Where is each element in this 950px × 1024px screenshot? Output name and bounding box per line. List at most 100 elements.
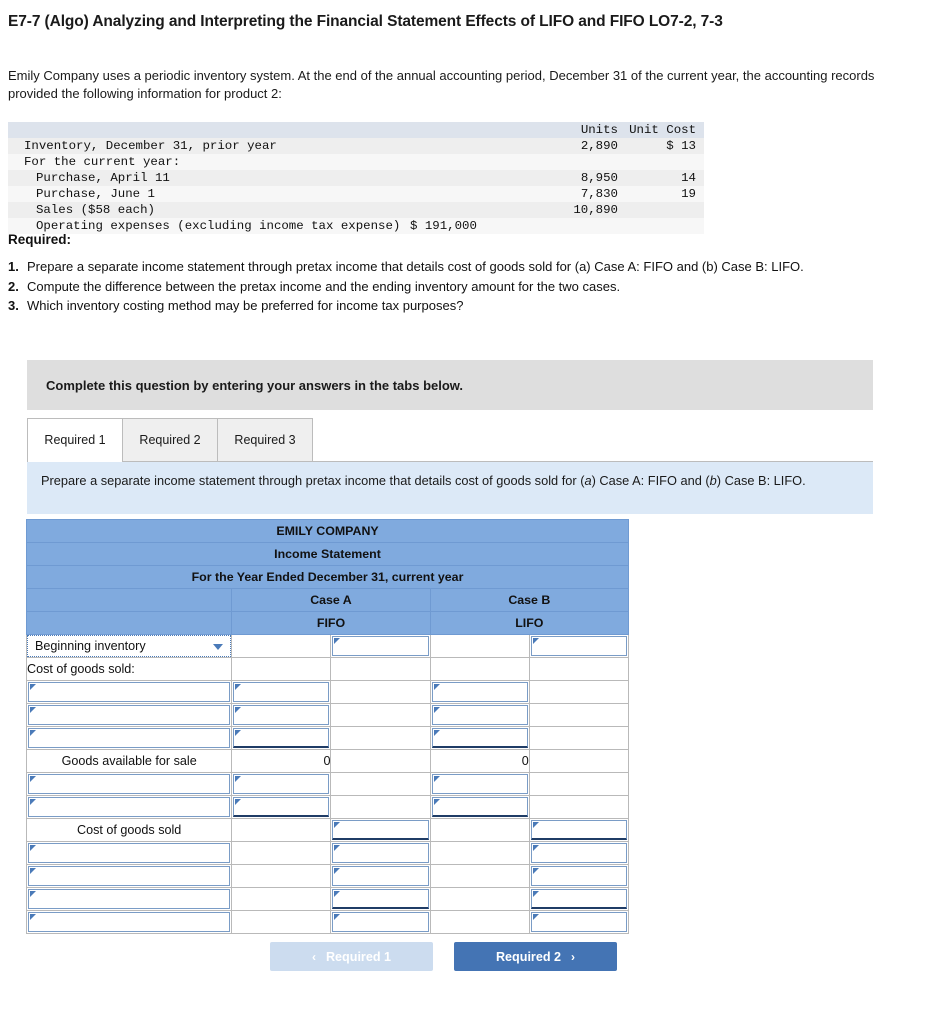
case-b-inner-cell[interactable] [429, 703, 530, 727]
account-input[interactable] [28, 912, 231, 932]
case-b-outer-cell[interactable] [528, 864, 630, 888]
amount-input[interactable] [530, 866, 627, 886]
amount-input[interactable] [233, 797, 330, 817]
amount-input[interactable] [431, 728, 528, 748]
intro-paragraph: Emily Company uses a periodic inventory … [8, 68, 875, 101]
given-data-header-row: Units Unit Cost [8, 122, 704, 138]
worksheet-method-row: FIFO LIFO [25, 611, 630, 635]
amount-input[interactable] [530, 912, 627, 932]
account-label-cell[interactable] [25, 703, 233, 727]
next-required-button[interactable]: Required 2 › [454, 942, 617, 971]
account-label-cell[interactable] [25, 772, 233, 796]
account-input[interactable] [28, 682, 231, 702]
amount-input[interactable] [233, 705, 330, 725]
case-b-inner-cell[interactable] [429, 772, 530, 796]
case-b-outer-cell[interactable] [528, 910, 630, 934]
goods-available-label: Goods available for sale [25, 749, 233, 773]
case-b-outer-cell[interactable] [528, 887, 630, 911]
tab-required-2[interactable]: Required 2 [122, 418, 218, 461]
worksheet-method-b: LIFO [429, 611, 630, 635]
account-dropdown[interactable]: Beginning inventory [27, 635, 232, 657]
tab-instruction-part3: ) Case B: LIFO. [716, 473, 806, 488]
table-row: Goods available for sale 0 0 [25, 749, 630, 773]
tab-instruction-em-b: b [709, 473, 717, 488]
account-label-cell[interactable] [25, 680, 233, 704]
amount-input[interactable] [233, 728, 330, 748]
complete-question-banner: Complete this question by entering your … [27, 360, 873, 410]
account-label-cell[interactable] [25, 887, 233, 911]
chevron-down-icon [213, 644, 224, 650]
cost-of-goods-sold-total-label: Cost of goods sold [25, 818, 233, 842]
required-item-number: 1. [8, 259, 19, 274]
given-row-units: 10,890 [573, 203, 618, 217]
account-input[interactable] [28, 843, 231, 863]
case-b-outer-cell [528, 680, 630, 704]
given-row-cost: 19 [681, 187, 696, 201]
case-a-inner-cell[interactable] [231, 795, 332, 819]
beginning-inventory-select-cell[interactable]: Beginning inventory [25, 634, 233, 658]
case-a-outer-cell[interactable] [330, 887, 431, 911]
worksheet-method-a: FIFO [231, 611, 431, 635]
account-input[interactable] [28, 728, 231, 748]
case-a-outer-cell[interactable] [330, 910, 431, 934]
tab-instruction-part1: Prepare a separate income statement thro… [41, 473, 585, 488]
case-b-inner-cell[interactable] [429, 680, 530, 704]
case-a-outer-cell[interactable] [330, 634, 431, 658]
case-a-outer-cell[interactable] [330, 841, 431, 865]
amount-input[interactable] [530, 889, 627, 909]
account-input[interactable] [28, 774, 231, 794]
case-a-inner-cell[interactable] [231, 772, 332, 796]
account-input[interactable] [28, 797, 231, 817]
table-row: Cost of goods sold: [25, 657, 630, 681]
amount-input[interactable] [332, 866, 429, 886]
tab-required-1[interactable]: Required 1 [27, 418, 123, 462]
case-b-outer-cell[interactable] [528, 634, 630, 658]
account-input[interactable] [28, 889, 231, 909]
case-b-outer-cell[interactable] [528, 818, 630, 842]
amount-input[interactable] [431, 797, 528, 817]
account-label-cell[interactable] [25, 864, 233, 888]
case-a-inner-cell [231, 887, 332, 911]
account-label-cell[interactable] [25, 726, 233, 750]
account-input[interactable] [28, 866, 231, 886]
case-a-inner-cell[interactable] [231, 726, 332, 750]
table-row [25, 772, 630, 796]
amount-input[interactable] [431, 774, 528, 794]
given-row-units: 8,950 [580, 171, 618, 185]
account-input[interactable] [28, 705, 231, 725]
amount-input[interactable] [530, 636, 627, 656]
amount-input[interactable] [332, 636, 429, 656]
account-label-cell[interactable] [25, 841, 233, 865]
amount-input[interactable] [233, 774, 330, 794]
table-row [25, 795, 630, 819]
amount-input[interactable] [530, 820, 627, 840]
amount-input[interactable] [530, 843, 627, 863]
list-item: 3. Which inventory costing method may be… [8, 297, 928, 315]
case-a-inner-cell [231, 657, 332, 681]
amount-input[interactable] [431, 705, 528, 725]
worksheet-case-b: Case B [429, 588, 630, 612]
tab-required-3[interactable]: Required 3 [217, 418, 313, 461]
case-a-inner-cell[interactable] [231, 680, 332, 704]
amount-input[interactable] [233, 682, 330, 702]
prev-required-button[interactable]: ‹ Required 1 [270, 942, 433, 971]
case-b-inner-cell[interactable] [429, 795, 530, 819]
case-a-outer-cell [330, 795, 431, 819]
amount-input[interactable] [332, 843, 429, 863]
account-label-cell[interactable] [25, 910, 233, 934]
case-a-outer-cell[interactable] [330, 864, 431, 888]
amount-input[interactable] [332, 912, 429, 932]
case-b-outer-cell[interactable] [528, 841, 630, 865]
case-b-inner-cell[interactable] [429, 726, 530, 750]
table-row [25, 726, 630, 750]
case-a-inner-cell[interactable] [231, 703, 332, 727]
amount-input[interactable] [332, 820, 429, 840]
table-row [25, 910, 630, 934]
table-row: Operating expenses (excluding income tax… [8, 218, 704, 234]
tab-instruction-part2: ) Case A: FIFO and ( [591, 473, 710, 488]
amount-input[interactable] [431, 682, 528, 702]
case-a-outer-cell[interactable] [330, 818, 431, 842]
given-row-units [540, 218, 618, 234]
amount-input[interactable] [332, 889, 429, 909]
account-label-cell[interactable] [25, 795, 233, 819]
